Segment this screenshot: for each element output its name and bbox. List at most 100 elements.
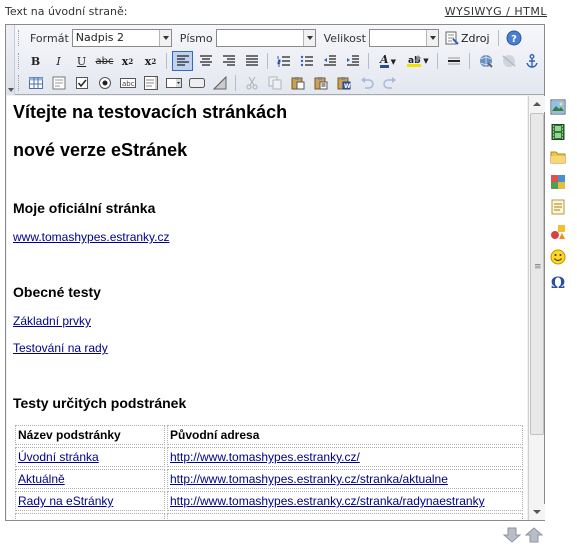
svg-text:?: ?	[511, 34, 517, 45]
align-left-button[interactable]	[172, 51, 193, 71]
undo-button[interactable]	[356, 73, 377, 93]
subpage-url-link[interactable]: http://www.tomashypes.estranky.cz/strank…	[170, 494, 485, 508]
text-color-chevron-down-icon[interactable]: ▼	[391, 57, 396, 66]
wysiwyg-html-toggle[interactable]: WYSIWYG / HTML	[445, 5, 547, 18]
table-cell: http://www.tomashypes.estranky.cz/strank…	[167, 469, 523, 489]
align-justify-button[interactable]	[241, 51, 262, 71]
subscript-mark: 2	[128, 56, 134, 66]
editor-content-area[interactable]: Vítejte na testovacích stránkách nové ve…	[7, 96, 527, 520]
subpage-url-link[interactable]: http://www.tomashypes.estranky.cz/	[170, 450, 360, 464]
scrollbar-thumb[interactable]	[530, 113, 544, 435]
chevron-down-icon[interactable]	[158, 30, 171, 46]
unlink-button[interactable]	[498, 51, 519, 71]
table-row: Rady na eStránky http://www.tomashypes.e…	[15, 491, 523, 511]
strikethrough-button[interactable]: abc	[94, 51, 115, 71]
subpage-name-link[interactable]: Aktuálně	[18, 472, 65, 486]
insert-smiley-button[interactable]	[548, 247, 568, 267]
rich-text-editor: Formát Nadpis 2 Písmo Velikost Zdroj ? B…	[5, 24, 545, 521]
font-label: Písmo	[179, 31, 213, 45]
insert-note-button[interactable]	[548, 197, 568, 217]
checkbox-button[interactable]	[71, 73, 92, 93]
table-row: Aktuálně http://www.tomashypes.estranky.…	[15, 469, 523, 489]
subpage-name-link[interactable]: Úvodní stránka	[18, 450, 99, 464]
table-cell	[15, 513, 165, 520]
table-row-partial	[15, 513, 523, 520]
paste-text-button[interactable]	[310, 73, 331, 93]
toolbar-collapse-button[interactable]	[6, 25, 15, 95]
chevron-down-icon[interactable]	[302, 30, 315, 46]
font-select[interactable]	[215, 29, 316, 47]
highlight-color-button[interactable]: ab ▼	[404, 51, 432, 71]
insert-gallery-button[interactable]	[548, 172, 568, 192]
cut-button[interactable]	[241, 73, 262, 93]
subscript-button[interactable]: x2	[117, 51, 138, 71]
insert-image-button[interactable]	[548, 97, 568, 117]
anchor-icon	[525, 54, 538, 68]
table-icon	[28, 77, 43, 89]
help-icon: ?	[506, 30, 522, 46]
official-site-link[interactable]: www.tomashypes.estranky.cz	[13, 230, 521, 244]
numbered-list-button[interactable]	[273, 51, 294, 71]
paste-word-button[interactable]: W	[333, 73, 354, 93]
select-field-button[interactable]	[163, 73, 184, 93]
subpages-table: Název podstránky Původní adresa Úvodní s…	[13, 423, 525, 520]
paste-button[interactable]	[287, 73, 308, 93]
vertical-scrollbar[interactable]	[528, 96, 545, 520]
anchor-button[interactable]	[521, 51, 542, 71]
toolbar-grip	[18, 53, 21, 69]
italic-button[interactable]: I	[48, 51, 69, 71]
expand-up-arrow-icon[interactable]	[524, 527, 544, 546]
section-heading-general: Obecné testy	[13, 284, 101, 300]
size-select[interactable]	[368, 29, 439, 47]
underline-button[interactable]: U	[71, 51, 92, 71]
help-button[interactable]: ?	[504, 28, 525, 48]
text-field-button[interactable]: abc	[117, 73, 138, 93]
scroll-up-arrow-icon[interactable]	[529, 96, 545, 112]
align-center-icon	[199, 55, 212, 66]
radio-button[interactable]	[94, 73, 115, 93]
text-color-button[interactable]: A ▼	[374, 51, 402, 71]
insert-file-button[interactable]	[548, 147, 568, 167]
insert-table-button[interactable]	[25, 73, 46, 93]
redo-button[interactable]	[379, 73, 400, 93]
align-center-button[interactable]	[195, 51, 216, 71]
table-cell: http://www.tomashypes.estranky.cz/	[167, 447, 523, 467]
toolbar-separator	[267, 53, 268, 69]
source-icon	[445, 31, 459, 45]
editor-toolbar: Formát Nadpis 2 Písmo Velikost Zdroj ? B…	[6, 25, 544, 95]
source-button[interactable]: Zdroj	[441, 28, 494, 48]
size-select-value	[370, 30, 426, 46]
insert-video-button[interactable]	[548, 122, 568, 142]
insert-shapes-button[interactable]	[548, 222, 568, 242]
format-select[interactable]: Nadpis 2	[71, 29, 172, 47]
tips-test-link[interactable]: Testování na rady	[13, 341, 521, 355]
horizontal-rule-button[interactable]	[443, 51, 464, 71]
subpage-name-link[interactable]: Rady na eStránky	[18, 494, 113, 508]
image-button-button[interactable]	[209, 73, 230, 93]
subpage-url-link[interactable]: http://www.tomashypes.estranky.cz/strank…	[170, 472, 448, 486]
radio-icon	[98, 77, 111, 89]
form-button[interactable]	[48, 73, 69, 93]
format-select-value: Nadpis 2	[75, 31, 124, 44]
form-icon	[52, 76, 65, 90]
insert-link-button[interactable]	[475, 51, 496, 71]
table-cell: Aktuálně	[15, 469, 165, 489]
align-right-button[interactable]	[218, 51, 239, 71]
chevron-down-icon[interactable]	[425, 30, 438, 46]
source-button-label: Zdroj	[460, 31, 490, 45]
basic-elements-link[interactable]: Základní prvky	[13, 314, 521, 328]
outdent-button[interactable]	[319, 51, 340, 71]
copy-button[interactable]	[264, 73, 285, 93]
bold-button[interactable]: B	[25, 51, 46, 71]
indent-button[interactable]	[342, 51, 363, 71]
button-field-icon	[188, 78, 205, 88]
toolbar-row-3: abc W	[18, 72, 401, 94]
bullet-list-button[interactable]	[296, 51, 317, 71]
button-field-button[interactable]	[186, 73, 207, 93]
textarea-button[interactable]	[140, 73, 161, 93]
scroll-down-arrow-icon[interactable]	[529, 504, 545, 520]
special-char-button[interactable]: Ω	[548, 272, 568, 292]
shrink-down-arrow-icon[interactable]	[502, 527, 522, 546]
superscript-button[interactable]: x2	[140, 51, 161, 71]
highlight-chevron-down-icon[interactable]: ▼	[423, 57, 428, 65]
